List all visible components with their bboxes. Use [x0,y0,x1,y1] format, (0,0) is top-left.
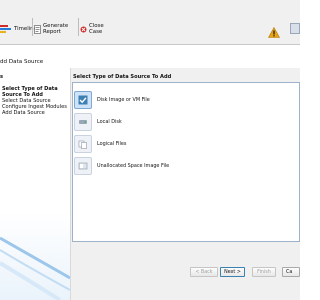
timeline-icon [0,24,12,35]
option-logical-files[interactable]: Logical Files [74,134,294,154]
option-label: Disk Image or VM File [97,97,150,103]
next-button[interactable]: Next > [220,267,245,277]
cancel-button[interactable]: Ca [282,267,300,277]
generate-report-label: Generate Report [43,23,69,35]
report-icon [34,24,41,34]
option-local-disk[interactable]: Local Disk [74,112,294,132]
option-disk-image[interactable]: Disk Image or VM File [74,90,294,110]
finish-button[interactable]: Finish [252,267,276,277]
close-case-label: Close Case [89,23,104,35]
close-case-icon [80,26,87,33]
option-unallocated-space[interactable]: Unallocated Space Image File [74,156,294,176]
back-button[interactable]: < Back [190,267,218,277]
option-label: Logical Files [97,141,127,147]
toolbar-separator [32,18,33,36]
search-field-edge[interactable] [290,23,300,34]
dialog-title: dd Data Source [0,59,44,65]
content-heading: Select Type of Data Source To Add [73,74,172,80]
local-disk-icon [74,113,92,131]
disk-image-icon [74,91,92,109]
option-label: Local Disk [97,119,122,125]
steps-heading: s [0,74,4,80]
generate-report-button[interactable]: Generate Report [34,18,78,40]
option-label: Unallocated Space Image File [97,163,170,169]
unallocated-space-icon [74,157,92,175]
timeline-button[interactable]: Timeline [0,18,37,40]
logical-files-icon [74,135,92,153]
warning-icon[interactable] [267,23,281,38]
toolbar-separator [78,18,79,36]
step-4: Add Data Source [2,110,45,116]
dialog-title-bar: dd Data Source [0,56,300,68]
close-case-button[interactable]: Close Case [80,18,114,40]
